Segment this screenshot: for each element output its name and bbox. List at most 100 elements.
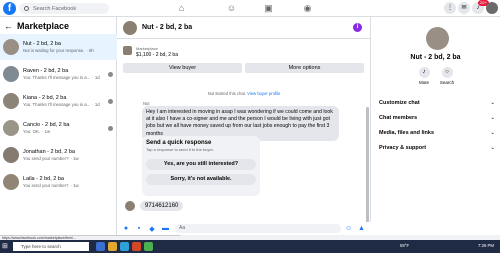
conversation-preview: Nut is waiting for your response. · 6h xyxy=(23,48,94,53)
list-item[interactable]: Nut - 2 bd, 2 ba Nut is waiting for your… xyxy=(0,34,117,60)
conversation-title: Raven - 2 bd, 2 ba xyxy=(23,68,69,74)
home-icon[interactable]: ⌂ xyxy=(176,3,187,13)
messenger-icon[interactable]: ✉ xyxy=(458,2,470,14)
chat-title[interactable]: Nut - 2 bd, 2 ba xyxy=(142,24,192,31)
message-composer: ● ▪ ◆ ▬ Aa ☺ ▲ xyxy=(117,222,371,235)
microphone-icon[interactable]: ● xyxy=(123,225,129,232)
sticker-icon[interactable]: ◆ xyxy=(149,225,155,233)
conversation-thumbnail xyxy=(3,147,19,163)
details-title: Nut - 2 bd, 2 ba xyxy=(410,54,461,61)
gaming-icon[interactable]: ◉ xyxy=(302,3,313,13)
list-item[interactable]: Jonathan - 2 bd, 2 ba You send your numb… xyxy=(0,142,117,168)
conversation-title: Nut - 2 bd, 2 ba xyxy=(23,41,61,47)
chat-scrollbar[interactable] xyxy=(366,107,369,227)
phone-message-row: 9714612160 xyxy=(125,201,184,211)
file-explorer-icon[interactable] xyxy=(108,242,117,251)
list-item[interactable]: Cancio - 2 bd, 2 ba You: OK. · 1w xyxy=(0,115,117,141)
search-placeholder: Search Facebook xyxy=(33,5,77,12)
conversation-thumbnail xyxy=(3,39,19,55)
chat-started-note: Nut started this chat. View buyer profil… xyxy=(207,91,281,96)
phone-message-bubble: 9714612160 xyxy=(140,201,184,211)
chrome-icon[interactable] xyxy=(144,242,153,251)
thumbs-up-icon[interactable]: ▲ xyxy=(358,225,365,232)
account-avatar[interactable] xyxy=(486,2,498,14)
search-icon xyxy=(24,6,29,11)
chevron-down-icon: ⌄ xyxy=(490,145,495,151)
chat-header: Nut - 2 bd, 2 ba i xyxy=(117,17,370,39)
conversation-preview: You: Thanks I'll message you in a... · 1d xyxy=(23,75,100,80)
listing-source: Marketplace xyxy=(136,46,158,51)
windows-start-icon[interactable]: ⊞ xyxy=(2,243,10,251)
seen-indicator xyxy=(108,71,113,77)
quick-response-subtitle: Tap a response to send it to the buyer. xyxy=(146,147,214,152)
bell-icon: ♪ xyxy=(418,67,430,78)
search-label: Search xyxy=(439,80,455,85)
taskbar-search-input[interactable]: Type here to search xyxy=(13,242,89,251)
conversation-thumbnail xyxy=(3,120,19,136)
task-view-icon[interactable] xyxy=(96,242,105,251)
clock-time[interactable]: 7:26 PM xyxy=(478,243,494,248)
conversation-title: Laila - 2 bd, 2 ba xyxy=(23,176,64,182)
friends-icon[interactable]: ☺ xyxy=(226,3,237,13)
quick-response-title: Send a quick response xyxy=(146,140,212,146)
conversation-preview: You: Thanks I'll message you in a... · 1d xyxy=(23,102,100,107)
conversation-preview: You: OK. · 1w xyxy=(23,129,51,134)
view-buyer-profile-link[interactable]: View buyer profile xyxy=(247,91,280,96)
quick-reply-not-available-button[interactable]: Sorry, it's not available. xyxy=(146,174,256,185)
message-input[interactable]: Aa xyxy=(175,224,341,233)
conversation-preview: You send your number? · 1w xyxy=(23,156,79,161)
more-options-button[interactable]: More options xyxy=(245,63,364,73)
emoji-icon[interactable]: ☺ xyxy=(345,225,352,232)
chat-details-panel: Nut - 2 bd, 2 ba ♪ Mute ○ Search Customi… xyxy=(371,17,500,235)
facebook-search-input[interactable]: Search Facebook xyxy=(19,3,109,14)
menu-grid-icon[interactable]: ⋮ xyxy=(444,2,456,14)
seen-indicator xyxy=(108,125,113,131)
watch-icon[interactable]: ▣ xyxy=(263,3,274,13)
list-item[interactable]: Kiana - 2 bd, 2 ba You: Thanks I'll mess… xyxy=(0,88,117,114)
conversation-title: Jonathan - 2 bd, 2 ba xyxy=(23,149,75,155)
details-thumbnail[interactable] xyxy=(426,27,449,50)
quick-reply-interested-button[interactable]: Yes, are you still interested? xyxy=(146,159,256,170)
top-navigation-bar: f Search Facebook ⌂ ☺ ▣ ◉ ⋮ ✉ ♪ 20+ xyxy=(0,0,500,17)
view-buyer-button[interactable]: View buyer xyxy=(123,63,242,73)
left-header: ← Marketplace xyxy=(0,17,116,34)
back-arrow-icon[interactable]: ← xyxy=(4,21,13,31)
weather-temp[interactable]: 59°F xyxy=(400,243,409,248)
conversation-thumbnail xyxy=(3,66,19,82)
conversation-title: Cancio - 2 bd, 2 ba xyxy=(23,122,70,128)
gif-icon[interactable]: ▬ xyxy=(162,225,169,232)
quick-response-card: Send a quick response Tap a response to … xyxy=(142,136,260,196)
search-icon: ○ xyxy=(441,67,453,78)
conversation-thumbnail xyxy=(3,174,19,190)
chevron-down-icon: ⌄ xyxy=(490,115,495,121)
conversation-thumbnail xyxy=(3,93,19,109)
conversation-list-panel: ← Marketplace Nut - 2 bd, 2 ba Nut is wa… xyxy=(0,17,117,235)
image-icon[interactable]: ▪ xyxy=(136,225,142,232)
mute-label: Mute xyxy=(418,80,429,85)
mute-button[interactable]: ♪ Mute xyxy=(412,67,436,85)
facebook-logo[interactable]: f xyxy=(3,2,16,15)
chat-panel: Nut - 2 bd, 2 ba i Marketplace $1,100 - … xyxy=(117,17,371,235)
info-icon[interactable]: i xyxy=(353,23,362,32)
listing-title[interactable]: $1,100 - 2 bd, 2 ba xyxy=(136,52,178,58)
windows-taskbar: ⊞ Type here to search 59°F 7:26 PM xyxy=(0,240,500,253)
listing-card: Marketplace $1,100 - 2 bd, 2 ba View buy… xyxy=(123,43,365,75)
edge-icon[interactable] xyxy=(120,242,129,251)
conversation-preview: You send your number? · 1w xyxy=(23,183,79,188)
chevron-down-icon: ⌄ xyxy=(490,100,495,106)
marketplace-title: Marketplace xyxy=(17,20,70,31)
chevron-down-icon: ⌄ xyxy=(490,130,495,136)
list-item[interactable]: Laila - 2 bd, 2 ba You send your number?… xyxy=(0,169,117,195)
customize-chat-section[interactable]: Customize chat ⌄ xyxy=(379,100,495,106)
listing-thumbnail[interactable] xyxy=(123,46,132,55)
privacy-support-section[interactable]: Privacy & support ⌄ xyxy=(379,145,495,151)
seen-indicator xyxy=(108,98,113,104)
chat-members-section[interactable]: Chat members ⌄ xyxy=(379,115,495,121)
list-item[interactable]: Raven - 2 bd, 2 ba You: Thanks I'll mess… xyxy=(0,61,117,87)
conversation-title: Kiana - 2 bd, 2 ba xyxy=(23,95,67,101)
chat-thumbnail[interactable] xyxy=(123,20,137,35)
media-files-section[interactable]: Media, files and links ⌄ xyxy=(379,130,495,136)
office-icon[interactable] xyxy=(132,242,141,251)
search-conversation-button[interactable]: ○ Search xyxy=(435,67,459,85)
sender-avatar xyxy=(125,201,135,211)
